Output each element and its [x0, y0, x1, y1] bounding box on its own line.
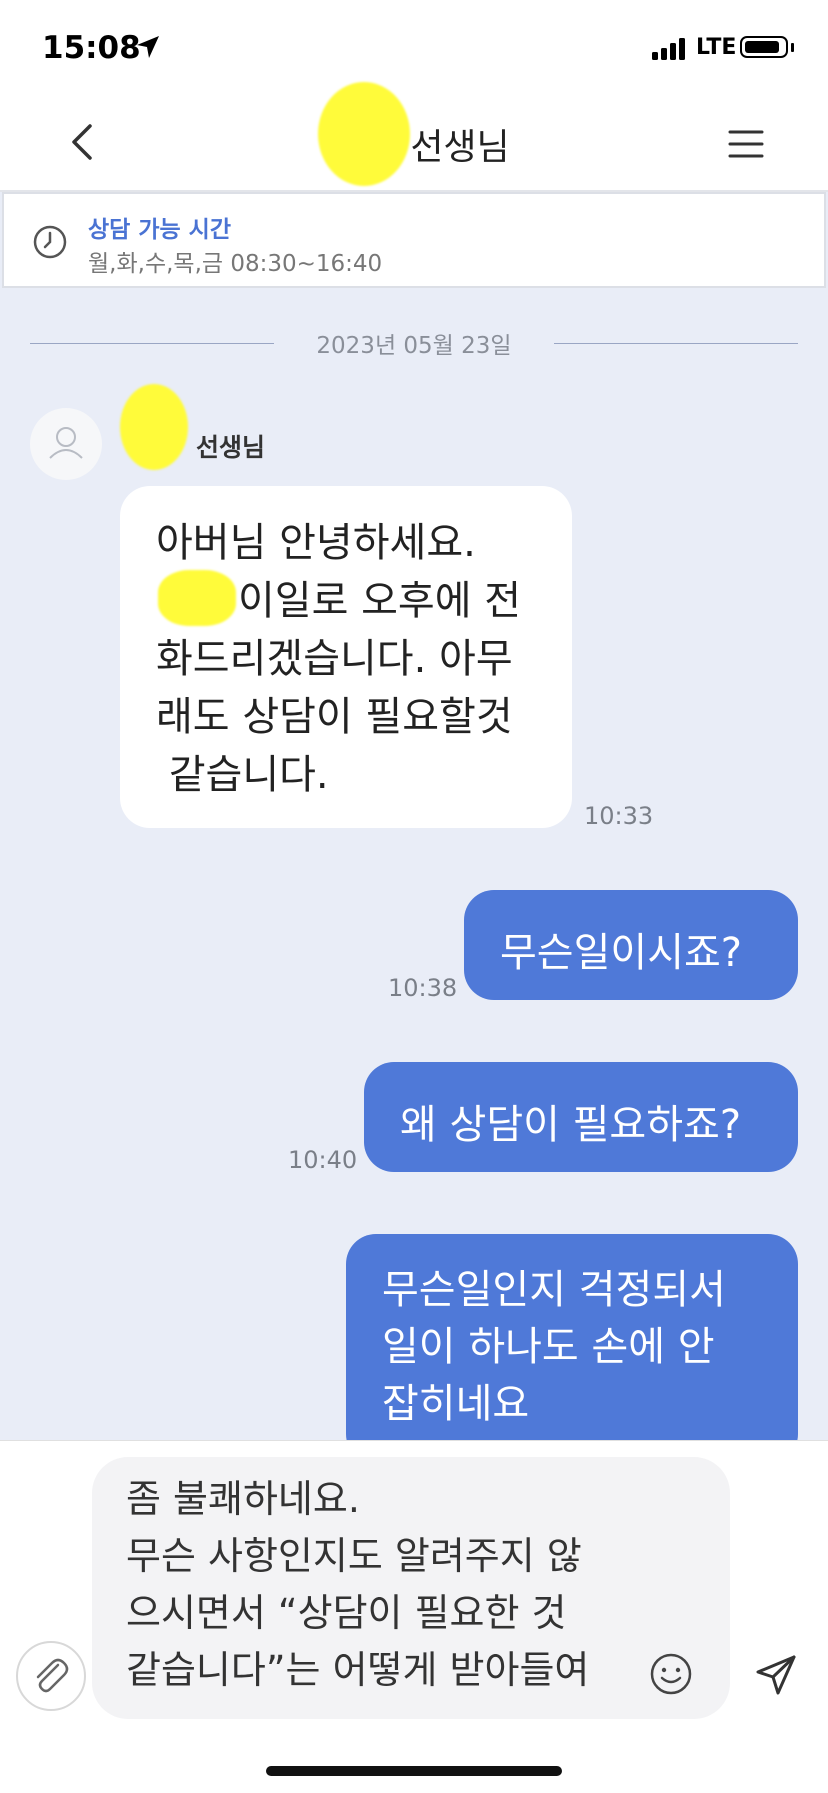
- network-type: LTE: [696, 35, 737, 60]
- send-icon[interactable]: [754, 1653, 798, 1697]
- message-line: 화드리겠습니다. 아무: [156, 636, 513, 682]
- battery-icon: [740, 36, 788, 58]
- cellular-signal-icon: [652, 38, 685, 60]
- message-composer: 좀 불쾌하네요. 무슨 사항인지도 알려주지 않 으시면서 “상담이 필요한 것…: [0, 1440, 828, 1793]
- message-text: 무슨일이시죠?: [500, 930, 743, 976]
- outgoing-message-bubble[interactable]: 왜 상담이 필요하죠?: [364, 1062, 798, 1172]
- page-title: 선생님: [0, 118, 828, 170]
- message-line: 잡히네요: [382, 1381, 530, 1427]
- notice-title: 상담 가능 시간: [88, 217, 231, 243]
- message-line: 무슨일인지 걱정되서: [382, 1267, 726, 1313]
- input-line: 으시면서 “상담이 필요한 것: [126, 1591, 567, 1635]
- outgoing-message-bubble[interactable]: 무슨일이시죠?: [464, 890, 798, 1000]
- divider: [554, 343, 798, 344]
- smiley-icon[interactable]: [648, 1651, 694, 1697]
- message-time: 10:38: [388, 974, 458, 1002]
- input-line: 무슨 사항인지도 알려주지 않: [126, 1534, 582, 1578]
- incoming-message-bubble[interactable]: 아버님 안녕하세요. 이일로 오후에 전 화드리겠습니다. 아무 래도 상담이 …: [120, 486, 572, 828]
- status-time: 15:08: [42, 30, 141, 66]
- teacher-title: 선생님: [410, 127, 510, 168]
- redaction-mark: [158, 570, 236, 626]
- outgoing-message-bubble[interactable]: 무슨일인지 걱정되서 일이 하나도 손에 안 잡히네요: [346, 1234, 798, 1464]
- battery-cap: [791, 43, 794, 52]
- clock-icon: [33, 225, 67, 259]
- message-line: 래도 상담이 필요할것: [156, 694, 513, 740]
- hamburger-menu-icon: [728, 130, 764, 158]
- message-line: 일이 하나도 손에 안: [382, 1324, 715, 1370]
- consultation-hours-notice: 상담 가능 시간 월,화,수,목,금 08:30~16:40: [2, 192, 826, 288]
- home-indicator[interactable]: [266, 1766, 562, 1776]
- input-line: 좀 불쾌하네요.: [126, 1477, 360, 1521]
- user-avatar-icon: [49, 427, 83, 459]
- message-line: 아버님 안녕하세요.: [156, 520, 476, 566]
- avatar[interactable]: [30, 408, 102, 480]
- notice-hours: 월,화,수,목,금 08:30~16:40: [88, 251, 383, 277]
- location-arrow-icon: [137, 36, 159, 58]
- paperclip-icon: [36, 1658, 69, 1693]
- menu-button[interactable]: [722, 120, 770, 168]
- message-line: 같습니다.: [156, 752, 329, 798]
- message-time: 10:33: [584, 802, 654, 830]
- message-input[interactable]: 좀 불쾌하네요. 무슨 사항인지도 알려주지 않 으시면서 “상담이 필요한 것…: [92, 1457, 730, 1719]
- chat-header: 선생님: [0, 82, 828, 192]
- message-time: 10:40: [288, 1146, 358, 1174]
- input-line: 같습니다”는 어떻게 받아들여: [126, 1648, 590, 1692]
- attach-button[interactable]: [16, 1641, 86, 1711]
- redaction-mark: [120, 384, 188, 470]
- status-bar: 15:08 LTE: [0, 0, 828, 96]
- date-separator: 2023년 05월 23일: [30, 326, 798, 362]
- redaction-mark: [318, 82, 410, 186]
- sender-name: 선생님: [196, 433, 266, 462]
- message-text: 왜 상담이 필요하죠?: [400, 1102, 742, 1148]
